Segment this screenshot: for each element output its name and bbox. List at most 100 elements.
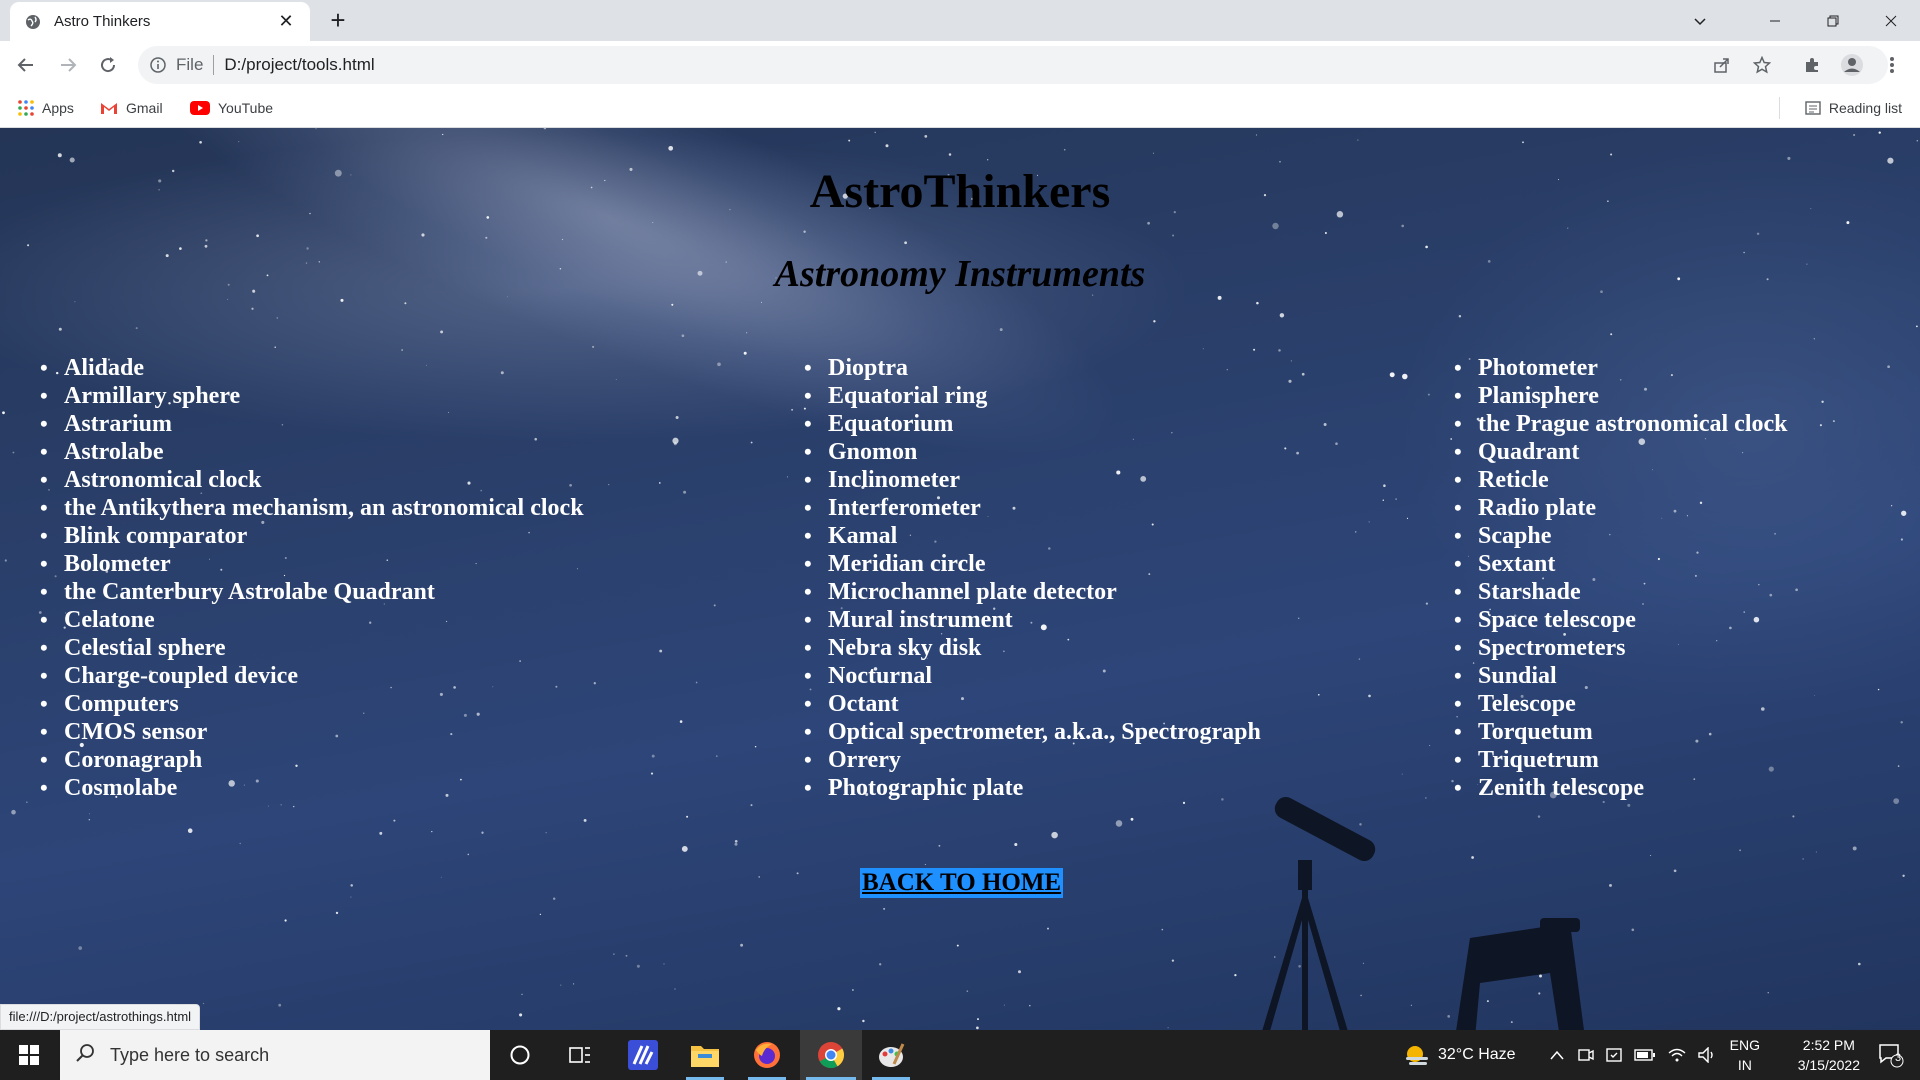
- tab-title: Astro Thinkers: [54, 13, 151, 30]
- windows-start-icon[interactable]: [0, 1030, 58, 1080]
- instrument-list-item: the Prague astronomical clock: [1454, 410, 1788, 438]
- forward-arrow-icon[interactable]: [54, 51, 82, 79]
- apps-grid-icon: [18, 100, 34, 116]
- tab-search-icon[interactable]: [1680, 0, 1720, 41]
- notification-count: 3: [1895, 1052, 1902, 1064]
- chrome-icon[interactable]: [800, 1030, 862, 1080]
- url-text[interactable]: D:/project/tools.html: [224, 55, 374, 75]
- instrument-list-item: Spectrometers: [1454, 634, 1788, 662]
- clock-time: 2:52 PM: [1802, 1037, 1855, 1053]
- browser-tab[interactable]: Astro Thinkers ✕: [10, 2, 310, 41]
- info-icon[interactable]: [148, 55, 168, 75]
- instrument-list-item: Starshade: [1454, 578, 1788, 606]
- reading-list-label: Reading list: [1828, 100, 1902, 116]
- wifi-icon[interactable]: [1668, 1048, 1686, 1062]
- instrument-list-item: Photometer: [1454, 354, 1788, 382]
- back-to-home-link[interactable]: BACK TO HOME: [860, 868, 1064, 898]
- instrument-list-item: Alidade: [40, 354, 584, 382]
- instrument-list-item: Quadrant: [1454, 438, 1788, 466]
- file-explorer-icon[interactable]: [680, 1030, 730, 1080]
- instrument-list-column-1: AlidadeArmillary sphereAstrariumAstrolab…: [40, 354, 584, 802]
- profile-avatar-icon[interactable]: [1838, 51, 1866, 79]
- instrument-list-item: Celatone: [40, 606, 584, 634]
- url-separator: [213, 55, 215, 75]
- instrument-list-item: Triquetrum: [1454, 746, 1788, 774]
- instrument-list-item: Gnomon: [804, 438, 1261, 466]
- instrument-list-item: Torquetum: [1454, 718, 1788, 746]
- reading-list-icon: [1805, 101, 1821, 115]
- bookmark-label: Gmail: [126, 100, 163, 116]
- weather-text: 32°C Haze: [1438, 1046, 1516, 1063]
- bookmark-youtube[interactable]: YouTube: [190, 97, 273, 119]
- search-placeholder: Type here to search: [110, 1044, 270, 1065]
- bookmark-apps[interactable]: Apps: [18, 97, 74, 119]
- back-arrow-icon[interactable]: [12, 51, 40, 79]
- instrument-list-item: Telescope: [1454, 690, 1788, 718]
- tab-strip: Astro Thinkers ✕ +: [0, 0, 1920, 41]
- close-tab-icon[interactable]: ✕: [276, 11, 296, 32]
- share-icon[interactable]: [1708, 51, 1736, 79]
- instrument-list-item: Scaphe: [1454, 522, 1788, 550]
- taskbar-search-box[interactable]: Type here to search: [60, 1030, 490, 1080]
- cortana-icon[interactable]: [496, 1030, 544, 1080]
- close-window-icon[interactable]: [1862, 0, 1920, 41]
- globe-icon: [24, 13, 42, 31]
- instrument-list-item: Inclinometer: [804, 466, 1261, 494]
- page-viewport: AstroThinkers Astronomy Instruments Alid…: [0, 128, 1920, 1030]
- language-code: ENG: [1729, 1037, 1760, 1053]
- page-subtitle: Astronomy Instruments: [774, 253, 1146, 295]
- bookmark-gmail[interactable]: Gmail: [100, 97, 163, 119]
- bookmarks-divider: [1779, 97, 1780, 119]
- instrument-list-item: Planisphere: [1454, 382, 1788, 410]
- language-indicator[interactable]: ENG IN: [1730, 1035, 1760, 1075]
- new-tab-button[interactable]: +: [324, 5, 352, 35]
- weather-widget[interactable]: 32°C Haze: [1404, 1030, 1516, 1080]
- telescope-silhouette: [1262, 796, 1584, 1030]
- system-clock[interactable]: 2:52 PM 3/15/2022: [1798, 1035, 1860, 1075]
- region-code: IN: [1737, 1057, 1752, 1073]
- instrument-list-item: Octant: [804, 690, 1261, 718]
- bookmark-star-icon[interactable]: [1748, 51, 1776, 79]
- instrument-list-item: Armillary sphere: [40, 382, 584, 410]
- reload-icon[interactable]: [94, 51, 122, 79]
- instrument-list-item: Meridian circle: [804, 550, 1261, 578]
- link-status-bubble: file:///D:/project/astrothings.html: [0, 1004, 201, 1030]
- chevron-up-icon[interactable]: [1550, 1050, 1564, 1060]
- extensions-puzzle-icon[interactable]: [1798, 51, 1826, 79]
- search-icon: [76, 1043, 96, 1068]
- instrument-list-item: Astrarium: [40, 410, 584, 438]
- instrument-list-item: Astrolabe: [40, 438, 584, 466]
- instrument-list-item: Computers: [40, 690, 584, 718]
- instrument-list-item: Cosmolabe: [40, 774, 584, 802]
- paint-app-icon[interactable]: [866, 1030, 916, 1080]
- task-view-icon[interactable]: [556, 1030, 604, 1080]
- battery-icon[interactable]: [1634, 1049, 1656, 1061]
- menu-kebab-icon[interactable]: [1878, 51, 1906, 79]
- browser-toolbar: File D:/project/tools.html: [0, 41, 1920, 89]
- haze-weather-icon: [1404, 1044, 1430, 1066]
- instrument-list-item: Coronagraph: [40, 746, 584, 774]
- app-tool-icon[interactable]: [618, 1030, 668, 1080]
- url-scheme-label: File: [176, 55, 204, 74]
- instrument-list-item: CMOS sensor: [40, 718, 584, 746]
- instrument-list-column-2: DioptraEquatorial ringEquatoriumGnomonIn…: [804, 354, 1261, 802]
- instrument-list-item: Kamal: [804, 522, 1261, 550]
- minimize-icon[interactable]: [1746, 0, 1804, 41]
- notification-center-icon[interactable]: 3: [1862, 1030, 1920, 1080]
- security-shield-icon[interactable]: [1606, 1047, 1622, 1063]
- gmail-icon: [100, 101, 118, 115]
- bookmark-label: YouTube: [218, 100, 274, 116]
- instrument-list-item: Equatorium: [804, 410, 1261, 438]
- volume-icon[interactable]: [1698, 1047, 1716, 1063]
- instrument-list-item: Dioptra: [804, 354, 1261, 382]
- firefox-icon[interactable]: [742, 1030, 792, 1080]
- meet-now-icon[interactable]: [1578, 1048, 1594, 1062]
- address-bar[interactable]: File D:/project/tools.html: [138, 46, 1888, 84]
- restore-icon[interactable]: [1804, 0, 1862, 41]
- youtube-icon: [190, 101, 210, 115]
- instrument-list-item: Astronomical clock: [40, 466, 584, 494]
- instrument-list-item: Blink comparator: [40, 522, 584, 550]
- reading-list-button[interactable]: Reading list: [1805, 97, 1902, 119]
- bookmark-label: Apps: [42, 100, 74, 116]
- page-title: AstroThinkers: [809, 165, 1111, 218]
